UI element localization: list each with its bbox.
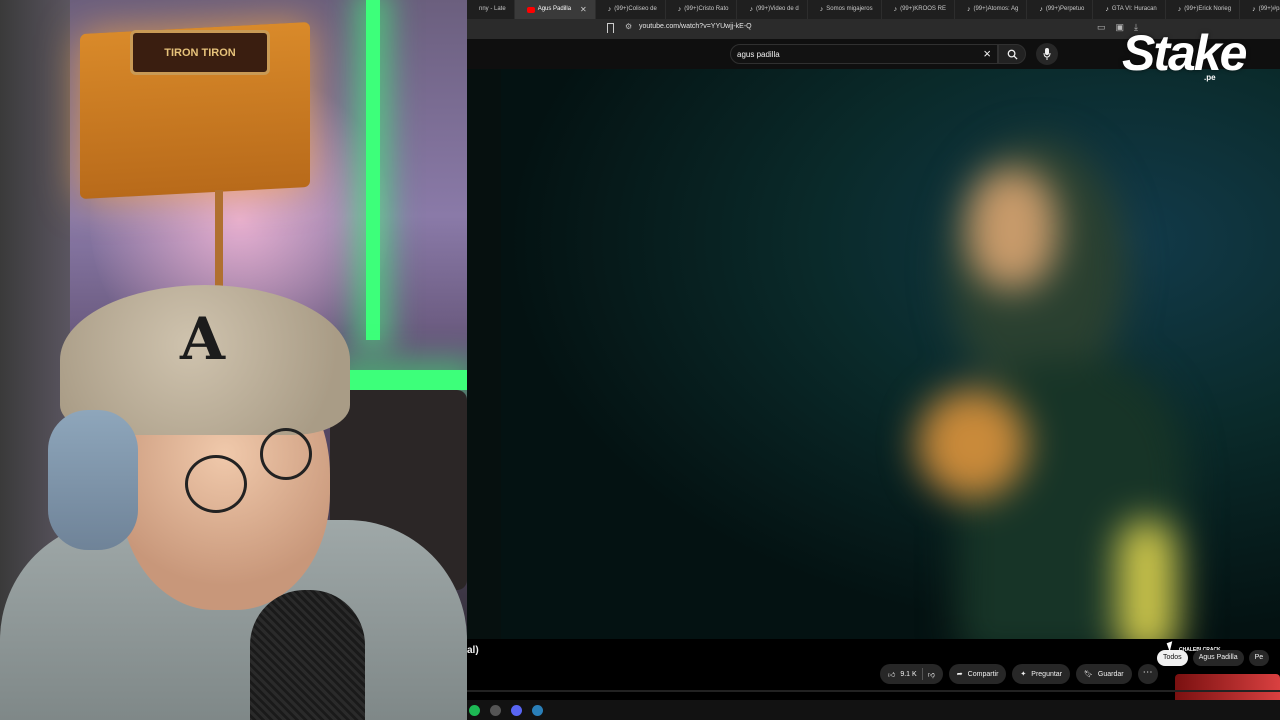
tab[interactable]: nny - Late (467, 0, 515, 19)
stake-logo-suffix: .pe (1204, 73, 1216, 82)
like-dislike-button[interactable]: 👍︎ 9.1 K 👎︎ (880, 664, 943, 684)
blurred-performer (907, 129, 1237, 639)
tab-active[interactable]: Agus Padilla ✕ (514, 0, 596, 19)
close-tab-icon[interactable]: ✕ (580, 0, 587, 19)
headphone (48, 410, 138, 550)
tab[interactable]: ♪ (99+)Coliseo de (596, 0, 666, 19)
bookmark-icon[interactable] (607, 23, 614, 33)
youtube-icon (526, 6, 535, 13)
tab-label: (99+)Coliseo de (614, 6, 657, 12)
tab-label: (99+)Erick Norieg (1184, 6, 1232, 12)
tab-label: nny - Late (479, 6, 506, 12)
lamp-sign: TIRON TIRON (130, 30, 270, 75)
cast-icon[interactable]: ▭ (1097, 22, 1106, 33)
tiktok-icon: ♪ (749, 6, 753, 13)
ask-button[interactable]: ✦ Preguntar (1012, 664, 1071, 684)
tiktok-icon: ♪ (607, 6, 612, 13)
bookmark-save-icon: 🔖︎ (1084, 671, 1093, 678)
tab-label: (99+)Perpetuo (1045, 6, 1085, 12)
more-options-icon[interactable]: ⋯ (1137, 664, 1158, 684)
tab[interactable]: ♪ (99+)Perpetuo (1027, 0, 1094, 19)
search-icon (1007, 49, 1018, 60)
site-info-icon[interactable]: ⚙ (625, 22, 632, 31)
video-actions: 👍︎ 9.1 K 👎︎ ➦ Compartir ✦ Preguntar 🔖︎ G… (880, 664, 1158, 684)
tiktok-icon: ♪ (893, 6, 898, 13)
thumbs-up-icon[interactable]: 👍︎ (888, 670, 895, 679)
tab-label: Somos migajeros (826, 6, 873, 12)
tab-label: (99+)KROOS RE (900, 6, 946, 12)
neon-light-floor (340, 370, 467, 390)
share-button[interactable]: ➦ Compartir (948, 664, 1007, 684)
app-icon[interactable] (490, 704, 501, 716)
glasses-left-lens (185, 455, 247, 513)
tab[interactable]: ♪ (99+)KROOS RE (882, 0, 955, 19)
webcam-feed: TIRON TIRON A (0, 0, 467, 720)
tab[interactable]: ♪ (99+)Video de d (737, 0, 808, 19)
share-icon: ➦ (956, 671, 963, 678)
tiktok-icon: ♪ (1105, 6, 1109, 13)
chip-more[interactable]: Pe (1248, 650, 1270, 666)
save-label: Guardar (1097, 670, 1124, 678)
microphone-icon (1043, 48, 1051, 60)
tab-label: (99+)#parati #vi (1258, 6, 1280, 12)
search-button[interactable] (998, 44, 1026, 64)
tab-bar: nny - Late Agus Padilla ✕ ♪ (99+)Coliseo d… (467, 0, 1280, 19)
like-count: 9.1 K (900, 670, 917, 678)
spotify-icon[interactable] (469, 704, 480, 716)
related-chips: Todos Agus Padilla Pe (1157, 650, 1270, 668)
thumbs-down-icon[interactable]: 👎︎ (928, 670, 935, 679)
tab[interactable]: ♪(99+)#parati #vi (1240, 0, 1280, 19)
tab[interactable]: ♪ Somos migajeros (808, 0, 882, 19)
tiktok-icon: ♪ (1177, 6, 1182, 13)
ask-label: Preguntar (1031, 670, 1063, 678)
voice-search-button[interactable] (1036, 43, 1058, 65)
clear-search-icon[interactable]: × (983, 46, 991, 61)
search-query: agus padilla (737, 50, 780, 59)
chip-all[interactable]: Todos (1157, 650, 1188, 666)
scrollbar[interactable] (467, 690, 1280, 692)
sparkle-icon: ✦ (1020, 671, 1027, 678)
chip-agus-padilla[interactable]: Agus Padilla (1192, 650, 1244, 666)
tab[interactable]: ♪ (99+)Atomos: Ag (955, 0, 1028, 19)
tiktok-icon: ♪ (1252, 6, 1256, 13)
tiktok-icon: ♪ (819, 6, 824, 13)
tab-label: GTA VI: Huracan (1111, 6, 1157, 12)
lamp-stem (215, 190, 223, 300)
tab-label: (99+)Video de d (755, 6, 799, 12)
video-player[interactable] (467, 69, 1280, 639)
tiktok-icon: ♪ (1039, 6, 1043, 13)
stake-logo: Stake (1122, 25, 1247, 81)
stream-layout: TIRON TIRON A nny - Late Agus Padilla ✕ ♪… (0, 0, 1280, 720)
app-icon[interactable] (532, 704, 543, 716)
tab[interactable]: ♪ GTA VI: Huracan (1093, 0, 1166, 19)
search-input[interactable]: agus padilla × (730, 44, 998, 64)
tab-label: Agus Padilla (537, 6, 572, 12)
save-button[interactable]: 🔖︎ Guardar (1076, 664, 1132, 684)
tab-label: (99+)Atomos: Ag (973, 6, 1019, 12)
microphone (250, 590, 365, 720)
tab[interactable]: ♪ (99+)Cristo Rato (666, 0, 738, 19)
video-title: al) (467, 645, 479, 656)
glasses-right-lens (260, 428, 312, 480)
divider (921, 668, 923, 680)
taskbar (467, 700, 1280, 720)
tab-label: (99+)Cristo Rato (684, 6, 729, 12)
tab[interactable]: ♪ (99+)Erick Norieg (1166, 0, 1241, 19)
tiktok-icon: ♪ (677, 6, 682, 13)
browser-window: nny - Late Agus Padilla ✕ ♪ (99+)Coliseo d… (467, 0, 1280, 720)
share-label: Compartir (967, 670, 999, 678)
tiktok-icon: ♪ (966, 6, 971, 13)
neon-light (366, 0, 380, 340)
url-text[interactable]: youtube.com/watch?v=YYUwjj-kE-Q (639, 23, 752, 30)
discord-icon[interactable] (511, 704, 522, 716)
cap-logo: A (180, 305, 226, 373)
